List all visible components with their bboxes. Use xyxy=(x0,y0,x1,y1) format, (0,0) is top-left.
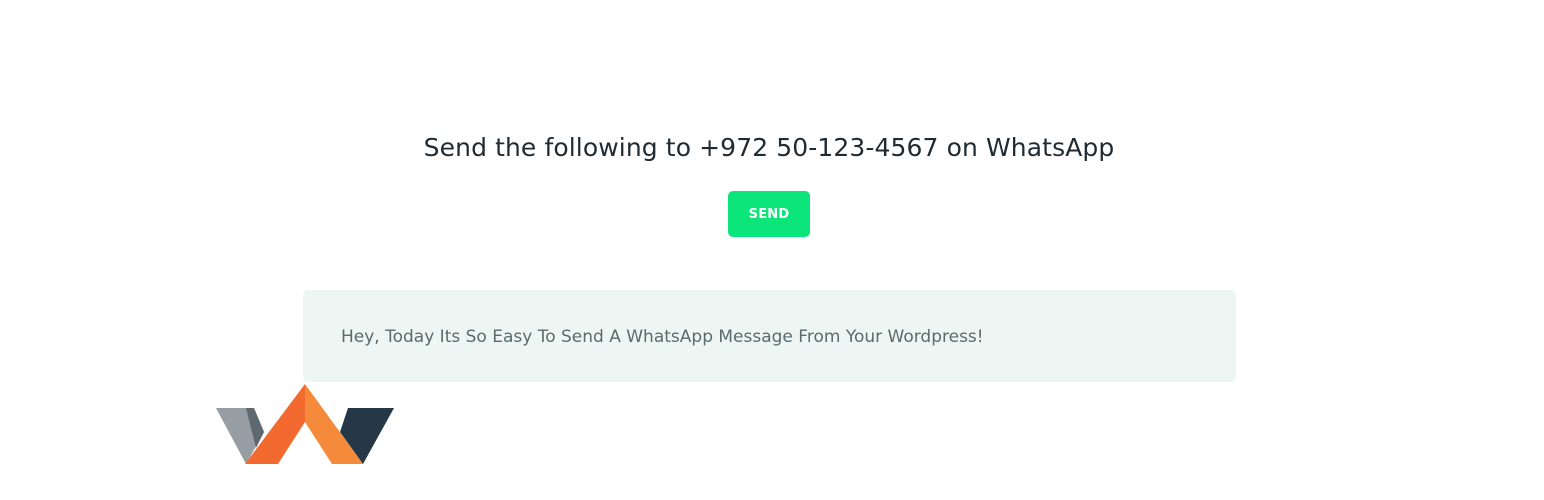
page-title: Send the following to +972 50-123-4567 o… xyxy=(423,133,1115,162)
page: Send the following to +972 50-123-4567 o… xyxy=(0,0,1544,500)
message-box: Hey, Today Its So Easy To Send A WhatsAp… xyxy=(303,290,1236,382)
w-logo-icon xyxy=(216,384,394,464)
send-button[interactable]: SEND xyxy=(728,191,810,237)
message-text: Hey, Today Its So Easy To Send A WhatsAp… xyxy=(341,327,984,347)
